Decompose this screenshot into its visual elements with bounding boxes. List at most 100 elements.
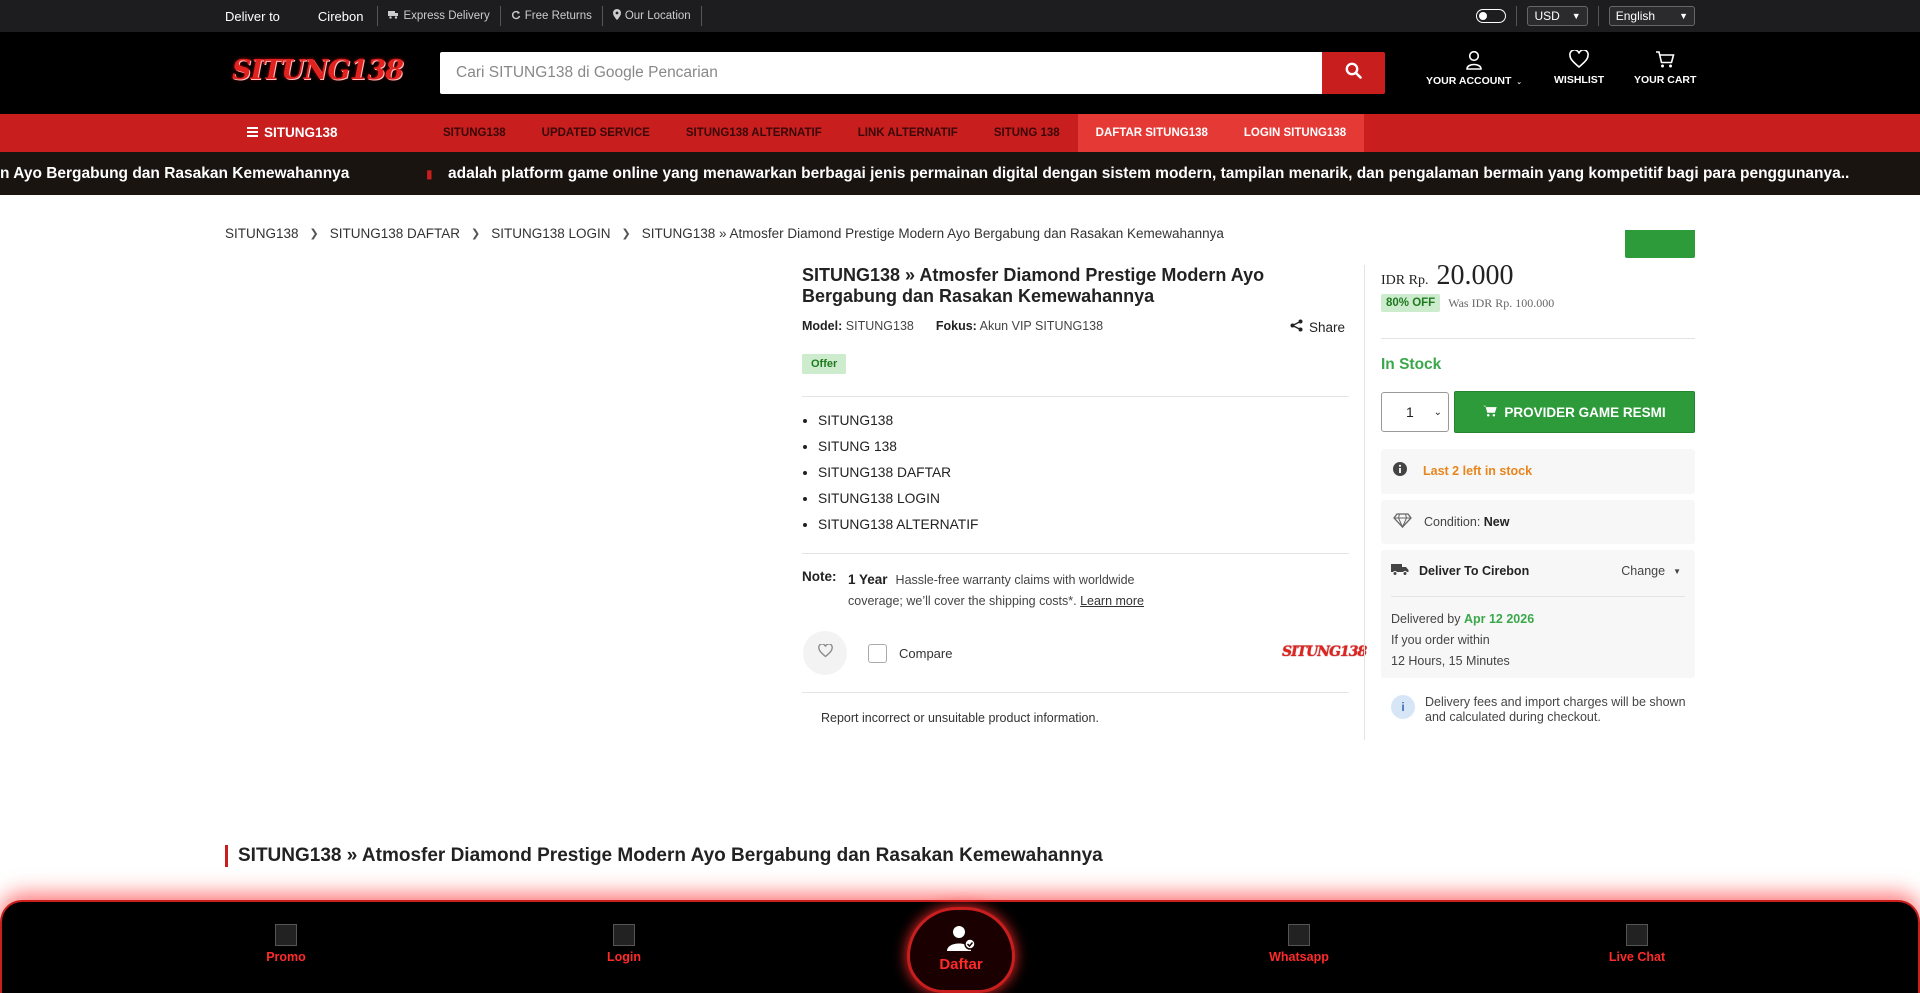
- bottom-nav: Promo Login Daftar Whatsapp Live Chat: [0, 900, 1920, 993]
- deliver-to-info: Deliver To Cirebon: [1391, 563, 1529, 579]
- nav-item-daftar[interactable]: DAFTAR SITUNG138: [1077, 114, 1226, 152]
- learn-more-link[interactable]: Learn more: [1080, 594, 1144, 608]
- deliver-to[interactable]: Deliver to Cirebon: [225, 6, 379, 26]
- breadcrumb-item[interactable]: SITUNG138 LOGIN: [491, 226, 610, 241]
- warranty-note: Note: 1 Year Hassle-free warranty claims …: [802, 569, 1158, 612]
- account-label: YOUR ACCOUNT: [1426, 75, 1512, 87]
- note-text: 1 Year Hassle-free warranty claims with w…: [848, 569, 1158, 612]
- divider: [802, 692, 1349, 693]
- list-item: SITUNG138 DAFTAR: [818, 465, 979, 481]
- heart-icon: [817, 642, 833, 663]
- divider: [1381, 338, 1695, 339]
- price: IDR Rp. 20.000: [1381, 260, 1513, 292]
- breadcrumb-item[interactable]: SITUNG138 DAFTAR: [330, 226, 460, 241]
- nav-item-login[interactable]: LOGIN SITUNG138: [1225, 114, 1365, 152]
- whatsapp-icon: [1288, 924, 1310, 946]
- compare-label: Compare: [899, 646, 953, 661]
- condition-value: New: [1483, 515, 1510, 529]
- nav-item-situng-138[interactable]: SITUNG 138: [976, 114, 1078, 152]
- nav-categories-button[interactable]: SITUNG138: [247, 125, 338, 140]
- info-icon: [1393, 462, 1407, 479]
- marquee-separator-icon: ▮: [426, 167, 433, 181]
- compare-toggle[interactable]: Compare: [868, 644, 952, 663]
- stock-warning-text: Last 2 left in stock: [1423, 463, 1533, 478]
- nav-item-link-alternatif[interactable]: LINK ALTERNATIF: [840, 114, 976, 152]
- our-location-link[interactable]: Our Location: [603, 6, 702, 26]
- model-info: Model: SITUNG138: [802, 319, 914, 333]
- caret-down-icon: ▼: [1673, 566, 1681, 576]
- quantity-value: 1: [1406, 404, 1414, 420]
- top-bar: Deliver to Cirebon Express Delivery Free…: [0, 0, 1920, 32]
- bottom-nav-login[interactable]: Login: [564, 924, 684, 964]
- nav-item-alternatif[interactable]: SITUNG138 ALTERNATIF: [668, 114, 840, 152]
- brand-logo[interactable]: SITUNG138: [1282, 644, 1367, 660]
- breadcrumb: SITUNG138 ❯ SITUNG138 DAFTAR ❯ SITUNG138…: [225, 226, 1224, 241]
- product-title: SITUNG138 » Atmosfer Diamond Prestige Mo…: [802, 265, 1265, 306]
- submit-button[interactable]: [1625, 230, 1695, 258]
- cart-link[interactable]: YOUR CART: [1634, 50, 1696, 86]
- express-delivery-label: Express Delivery: [403, 10, 490, 22]
- bottom-nav-livechat[interactable]: Live Chat: [1577, 924, 1697, 964]
- divider: [802, 553, 1349, 554]
- refresh-icon: [511, 10, 521, 23]
- site-logo[interactable]: SITUNG138: [232, 55, 404, 86]
- deliver-to-label: Deliver to: [225, 8, 280, 24]
- nav-item-situng138[interactable]: SITUNG138: [425, 114, 524, 152]
- buy-label: PROVIDER GAME RESMI: [1504, 404, 1666, 420]
- search-button[interactable]: [1322, 52, 1385, 94]
- dark-mode-toggle[interactable]: [1476, 9, 1507, 23]
- delivery-estimate: Delivered by Apr 12 2026 If you order wi…: [1391, 609, 1534, 672]
- bottom-nav-promo[interactable]: Promo: [226, 924, 346, 964]
- express-delivery-link[interactable]: Express Delivery: [378, 6, 501, 26]
- feature-list: SITUNG138 SITUNG 138 SITUNG138 DAFTAR SI…: [818, 413, 979, 543]
- report-link[interactable]: Report incorrect or unsuitable product i…: [821, 711, 1099, 725]
- condition-text: Condition: New: [1424, 515, 1509, 529]
- model-value: SITUNG138: [845, 319, 914, 333]
- discount-info: 80% OFF Was IDR Rp. 100.000: [1381, 294, 1554, 312]
- delivery-fees-note: i Delivery fees and import charges will …: [1391, 695, 1691, 725]
- language-value: English: [1615, 9, 1656, 23]
- divider: [1364, 265, 1365, 740]
- divider: [1597, 6, 1599, 26]
- section-title: SITUNG138 » Atmosfer Diamond Prestige Mo…: [225, 845, 1103, 867]
- add-to-wishlist-button[interactable]: [803, 631, 847, 675]
- delivered-by-line: Delivered by Apr 12 2026: [1391, 609, 1534, 630]
- was-price: Was IDR Rp. 100.000: [1448, 295, 1555, 310]
- currency-select[interactable]: USD ▼: [1527, 6, 1588, 26]
- marquee-text: n Ayo Bergabung dan Rasakan Kemewahannya: [0, 165, 350, 182]
- account-menu[interactable]: YOUR ACCOUNT ⌄: [1426, 50, 1522, 87]
- bottom-nav-whatsapp[interactable]: Whatsapp: [1239, 924, 1359, 964]
- heart-icon: [1554, 50, 1604, 69]
- currency-value: USD: [1534, 9, 1560, 23]
- stock-warning-row: Last 2 left in stock: [1381, 449, 1695, 492]
- change-location-button[interactable]: Change ▼: [1621, 564, 1681, 578]
- truck-icon: [388, 10, 399, 22]
- wishlist-link[interactable]: WISHLIST: [1554, 50, 1604, 86]
- discount-badge: 80% OFF: [1381, 294, 1441, 312]
- bottom-nav-daftar[interactable]: Daftar: [907, 907, 1015, 993]
- stock-warning-box: Last 2 left in stock: [1381, 449, 1695, 494]
- search-input[interactable]: [440, 52, 1322, 94]
- quantity-select[interactable]: 1 ⌄: [1381, 392, 1449, 432]
- stock-status: In Stock: [1381, 356, 1442, 373]
- breadcrumb-item[interactable]: SITUNG138: [225, 226, 299, 241]
- price-currency: IDR Rp.: [1381, 273, 1429, 288]
- focus-info: Fokus: Akun VIP SITUNG138: [936, 319, 1103, 333]
- change-label: Change: [1621, 564, 1666, 578]
- livechat-label: Live Chat: [1608, 950, 1666, 964]
- chevron-down-icon: ⌄: [1433, 406, 1442, 418]
- order-within-label: If you order within: [1391, 633, 1490, 647]
- user-add-icon: [910, 924, 1012, 952]
- search-icon: [1345, 62, 1362, 84]
- search-bar: [440, 52, 1385, 94]
- language-select[interactable]: English ▼: [1608, 6, 1695, 26]
- info-icon: i: [1391, 695, 1415, 719]
- nav-item-updated-service[interactable]: UPDATED SERVICE: [524, 114, 668, 152]
- share-button[interactable]: Share: [1290, 319, 1345, 335]
- main-nav: SITUNG138 SITUNG138 UPDATED SERVICE SITU…: [0, 114, 1920, 152]
- cart-label: YOUR CART: [1634, 74, 1697, 86]
- free-returns-link[interactable]: Free Returns: [501, 6, 603, 26]
- buy-button[interactable]: PROVIDER GAME RESMI: [1454, 391, 1695, 433]
- compare-checkbox[interactable]: [868, 644, 887, 663]
- chevron-right-icon: ❯: [621, 228, 631, 240]
